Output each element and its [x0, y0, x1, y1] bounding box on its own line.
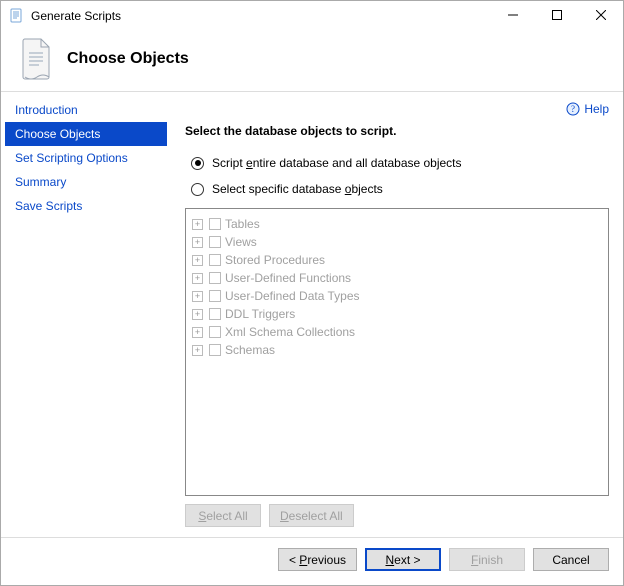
- script-icon: [19, 39, 55, 79]
- page-title: Choose Objects: [67, 50, 189, 68]
- window-title: Generate Scripts: [31, 9, 491, 23]
- tree-label: Tables: [225, 215, 260, 233]
- checkbox-icon[interactable]: [209, 326, 221, 338]
- radio-icon: [191, 183, 204, 196]
- radio-script-entire[interactable]: Script entire database and all database …: [191, 156, 609, 170]
- tree-label: User-Defined Functions: [225, 269, 351, 287]
- select-all-button: Select All: [185, 504, 261, 527]
- radio-select-specific[interactable]: Select specific database objects: [191, 182, 609, 196]
- tree-label: DDL Triggers: [225, 305, 295, 323]
- maximize-button[interactable]: [535, 1, 579, 29]
- expand-icon[interactable]: +: [192, 291, 203, 302]
- nav-item-save-scripts[interactable]: Save Scripts: [5, 194, 167, 218]
- tree-actions: Select All Deselect All: [185, 504, 609, 527]
- wizard-footer: < Previous Next > Finish Cancel: [1, 538, 623, 585]
- minimize-button[interactable]: [491, 1, 535, 29]
- nav-item-set-scripting-options[interactable]: Set Scripting Options: [5, 146, 167, 170]
- help-label: Help: [584, 102, 609, 116]
- finish-button: Finish: [449, 548, 525, 571]
- tree-row[interactable]: + Views: [192, 233, 602, 251]
- tree-row[interactable]: + Stored Procedures: [192, 251, 602, 269]
- tree-row[interactable]: + Tables: [192, 215, 602, 233]
- cancel-button[interactable]: Cancel: [533, 548, 609, 571]
- expand-icon[interactable]: +: [192, 219, 203, 230]
- wizard-header: Choose Objects: [1, 31, 623, 91]
- wizard-panel: ? Help Select the database objects to sc…: [171, 92, 623, 537]
- tree-label: User-Defined Data Types: [225, 287, 360, 305]
- expand-icon[interactable]: +: [192, 273, 203, 284]
- titlebar: Generate Scripts: [1, 1, 623, 31]
- expand-icon[interactable]: +: [192, 327, 203, 338]
- expand-icon[interactable]: +: [192, 345, 203, 356]
- expand-icon[interactable]: +: [192, 309, 203, 320]
- radio-icon: [191, 157, 204, 170]
- expand-icon[interactable]: +: [192, 237, 203, 248]
- next-button[interactable]: Next >: [365, 548, 441, 571]
- window-controls: [491, 1, 623, 31]
- help-link[interactable]: ? Help: [566, 102, 609, 116]
- tree-label: Stored Procedures: [225, 251, 325, 269]
- nav-item-choose-objects[interactable]: Choose Objects: [5, 122, 167, 146]
- nav-item-introduction[interactable]: Introduction: [5, 98, 167, 122]
- radio-label-entire: Script entire database and all database …: [212, 156, 462, 170]
- wizard-body: Introduction Choose Objects Set Scriptin…: [1, 92, 623, 537]
- previous-button[interactable]: < Previous: [278, 548, 357, 571]
- tree-row[interactable]: + Xml Schema Collections: [192, 323, 602, 341]
- checkbox-icon[interactable]: [209, 344, 221, 356]
- tree-row[interactable]: + Schemas: [192, 341, 602, 359]
- checkbox-icon[interactable]: [209, 254, 221, 266]
- panel-heading: Select the database objects to script.: [185, 124, 609, 138]
- checkbox-icon[interactable]: [209, 236, 221, 248]
- tree-row[interactable]: + DDL Triggers: [192, 305, 602, 323]
- checkbox-icon[interactable]: [209, 308, 221, 320]
- app-icon: [9, 8, 25, 24]
- close-button[interactable]: [579, 1, 623, 29]
- deselect-all-button: Deselect All: [269, 504, 354, 527]
- checkbox-icon[interactable]: [209, 290, 221, 302]
- expand-icon[interactable]: +: [192, 255, 203, 266]
- help-icon: ?: [566, 102, 580, 116]
- tree-label: Schemas: [225, 341, 275, 359]
- checkbox-icon[interactable]: [209, 218, 221, 230]
- tree-label: Xml Schema Collections: [225, 323, 355, 341]
- wizard-nav: Introduction Choose Objects Set Scriptin…: [1, 92, 171, 537]
- nav-item-summary[interactable]: Summary: [5, 170, 167, 194]
- tree-label: Views: [225, 233, 257, 251]
- svg-text:?: ?: [571, 104, 575, 114]
- radio-label-specific: Select specific database objects: [212, 182, 383, 196]
- objects-tree[interactable]: + Tables + Views + Stored Procedures + U…: [185, 208, 609, 496]
- tree-row[interactable]: + User-Defined Functions: [192, 269, 602, 287]
- checkbox-icon[interactable]: [209, 272, 221, 284]
- tree-row[interactable]: + User-Defined Data Types: [192, 287, 602, 305]
